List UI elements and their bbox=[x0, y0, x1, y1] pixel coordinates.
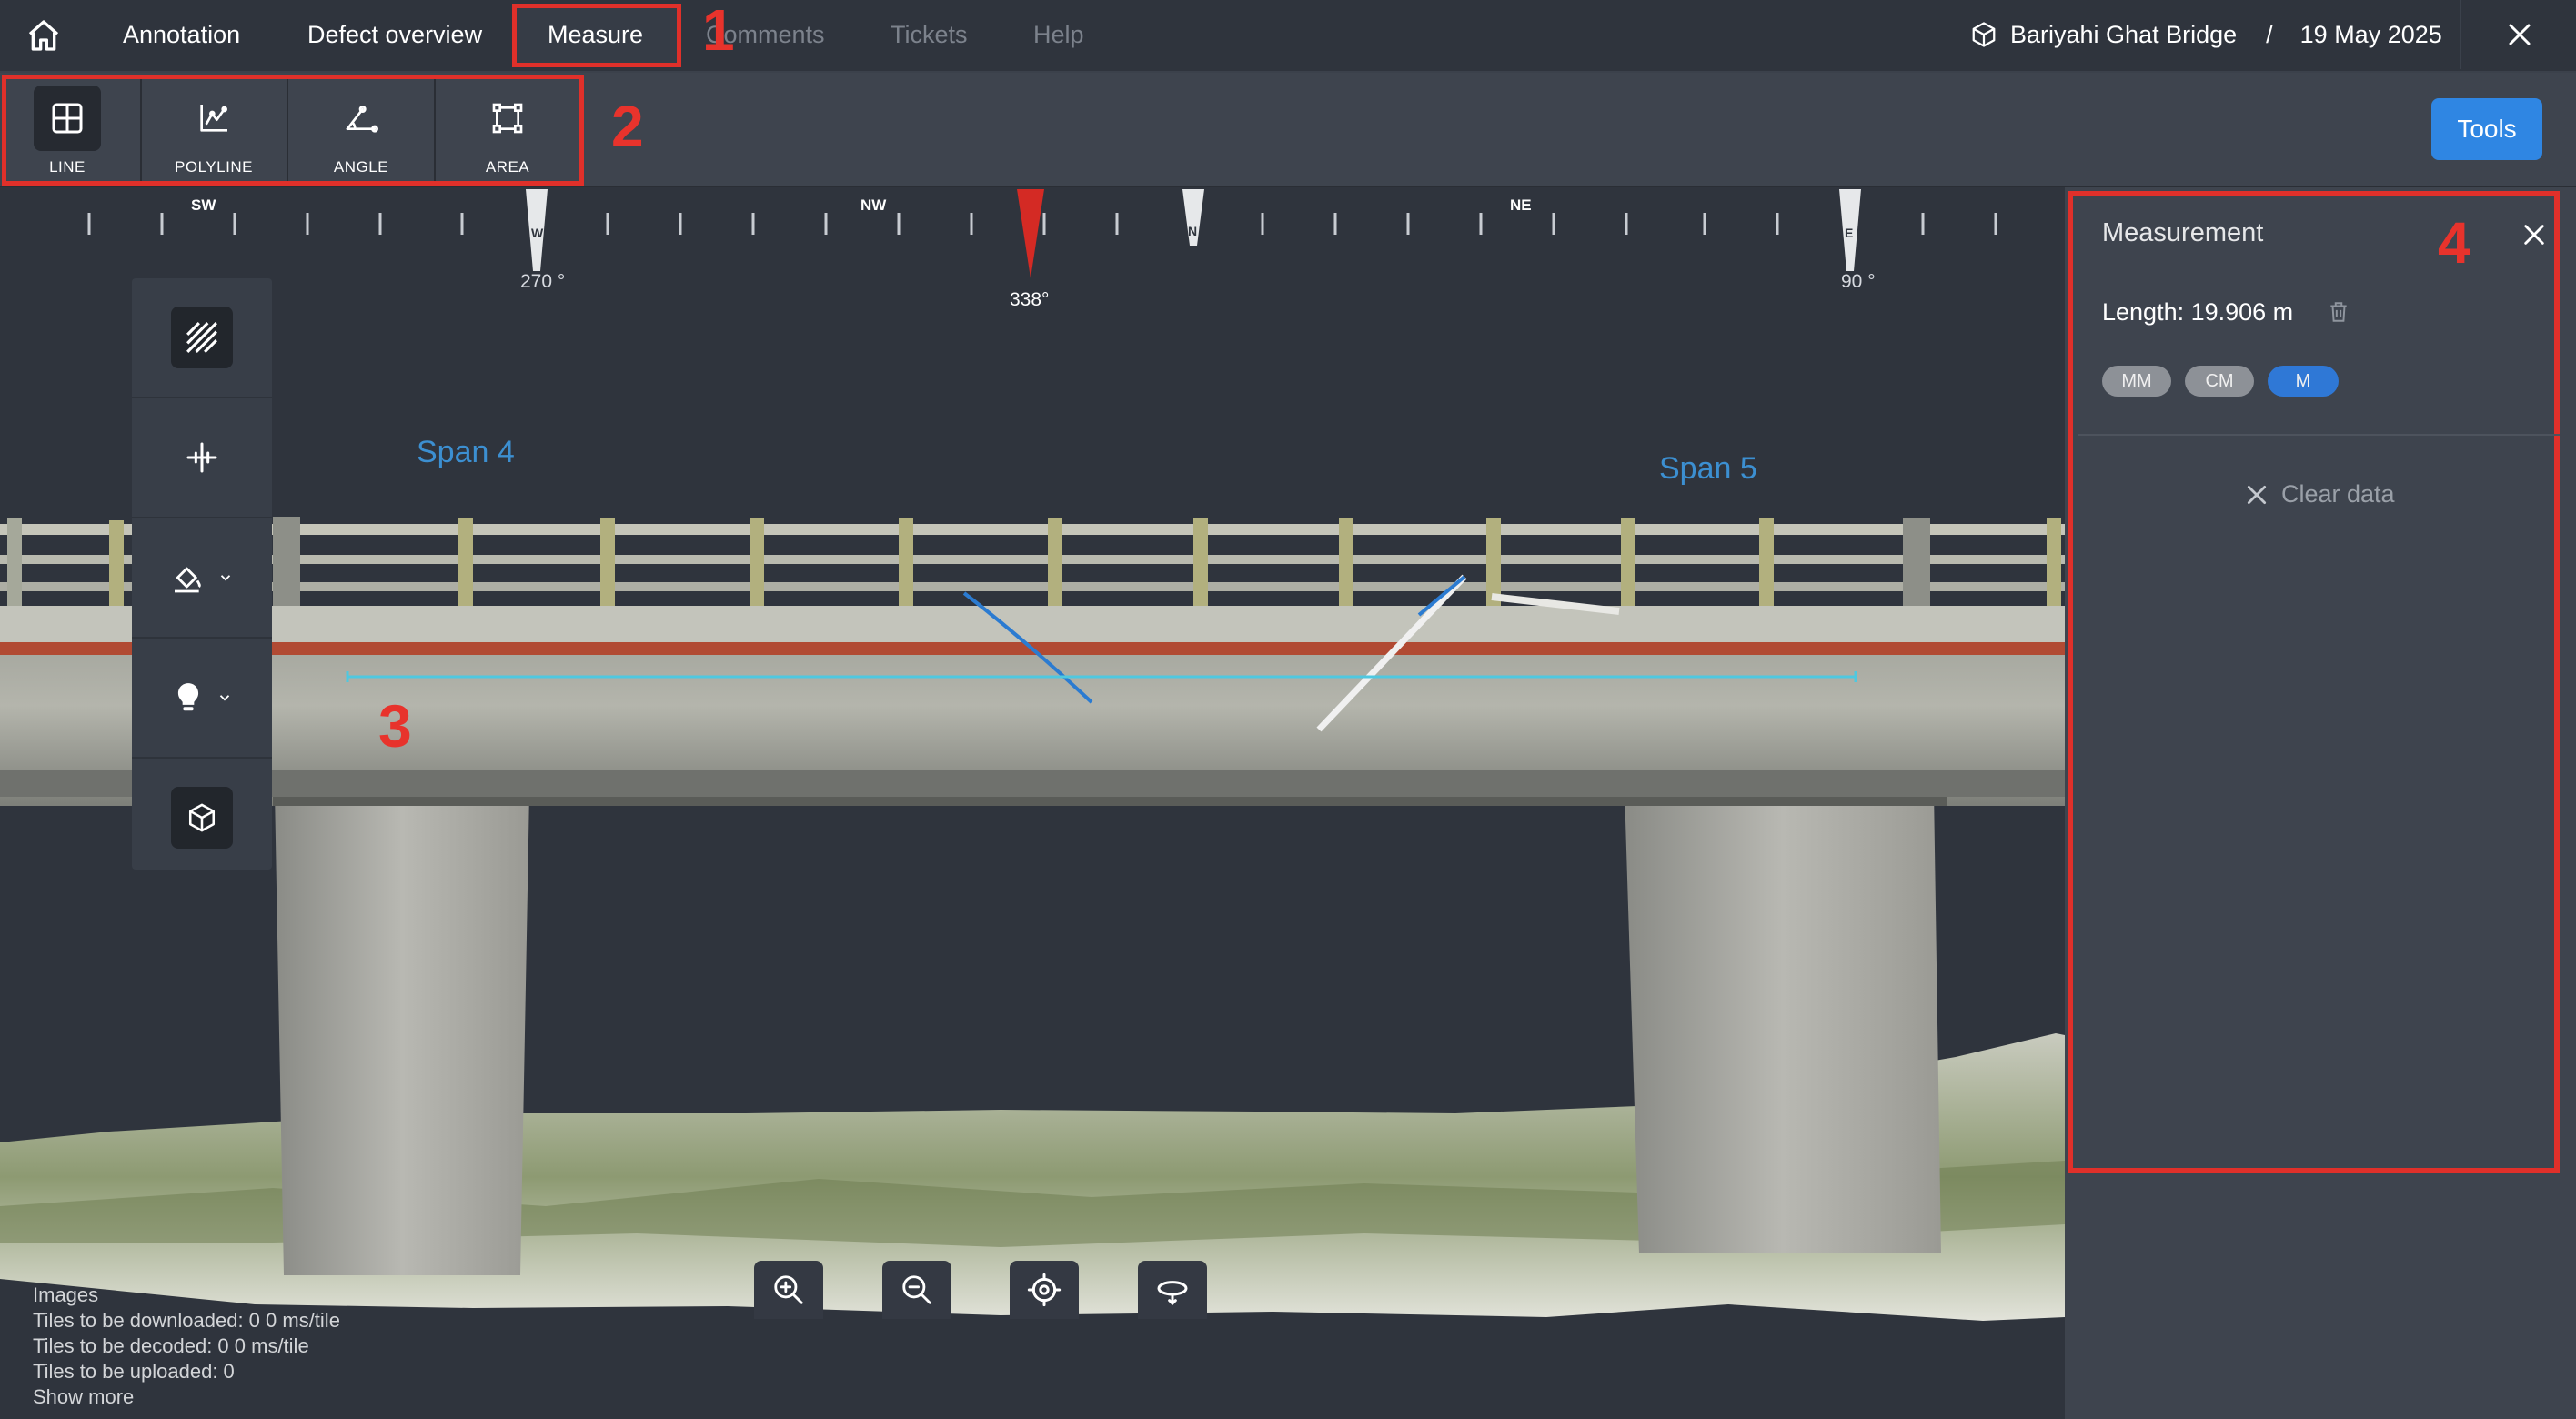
compass-heading-needle bbox=[1017, 189, 1044, 278]
home-button[interactable] bbox=[18, 13, 69, 58]
nav-tickets[interactable]: Tickets bbox=[891, 0, 968, 69]
compass-label-nw: NW bbox=[860, 196, 887, 214]
stats-decoded: Tiles to be decoded: 0 0 ms/tile bbox=[33, 1334, 309, 1357]
home-icon bbox=[28, 20, 59, 51]
zoom-in-button[interactable] bbox=[754, 1261, 823, 1319]
viewer-side-tools bbox=[132, 278, 272, 870]
nav-annotation[interactable]: Annotation bbox=[123, 0, 240, 69]
zoom-in-icon bbox=[774, 1275, 803, 1304]
orbit-button[interactable] bbox=[1138, 1261, 1207, 1319]
compass-label-e: E bbox=[1845, 226, 1854, 240]
compass-label-ne: NE bbox=[1510, 196, 1532, 214]
render-stats: Images Tiles to be downloaded: 0 0 ms/ti… bbox=[33, 1283, 340, 1410]
pier-right bbox=[1625, 791, 1941, 1253]
lighting-dropdown[interactable] bbox=[132, 639, 272, 757]
zoom-out-icon bbox=[902, 1275, 931, 1304]
model-view-button[interactable] bbox=[132, 759, 272, 877]
orbit-icon bbox=[1157, 1281, 1188, 1306]
compass-heading-value: 338° bbox=[1010, 289, 1050, 310]
chevron-down-icon bbox=[220, 575, 231, 581]
bridge-railing bbox=[0, 517, 2065, 606]
close-icon bbox=[2247, 485, 2267, 504]
unit-cm-button[interactable]: CM bbox=[2185, 366, 2254, 397]
stats-downloaded: Tiles to be downloaded: 0 0 ms/tile bbox=[33, 1309, 340, 1332]
cube-icon bbox=[188, 803, 216, 832]
texture-toggle-button[interactable] bbox=[132, 278, 272, 397]
project-name: Bariyahi Ghat Bridge bbox=[2010, 20, 2238, 48]
annotation-marker-3: 3 bbox=[378, 692, 412, 760]
cube-icon bbox=[1972, 22, 1996, 47]
nav-defect-overview[interactable]: Defect overview bbox=[307, 0, 482, 69]
compass-label-sw: SW bbox=[191, 196, 216, 214]
compass-degree-west: 270 ° bbox=[520, 271, 566, 292]
breadcrumb-separator: / bbox=[2266, 20, 2273, 48]
close-measurement-panel-button[interactable] bbox=[2518, 218, 2551, 251]
annotation-marker-2: 2 bbox=[611, 94, 644, 159]
compass-label-n: N bbox=[1188, 224, 1198, 238]
3d-viewport[interactable]: SW W NW N NE E 270 ° 338° 90 ° Span 4 Sp… bbox=[0, 187, 2065, 1419]
paint-bucket-icon bbox=[175, 567, 201, 593]
crosshair-icon bbox=[186, 442, 217, 473]
delete-measurement-button[interactable] bbox=[2327, 300, 2350, 328]
crosshair-tool-button[interactable] bbox=[132, 398, 272, 517]
recenter-button[interactable] bbox=[1010, 1261, 1079, 1319]
compass-label-w: W bbox=[531, 226, 544, 240]
measurement-panel-title: Measurement bbox=[2102, 218, 2264, 247]
project-selector[interactable]: Bariyahi Ghat Bridge / 19 May 2025 bbox=[1970, 0, 2442, 69]
hatch-icon bbox=[186, 322, 217, 353]
panel-divider bbox=[2078, 434, 2560, 436]
tools-highlight bbox=[2, 75, 584, 186]
compass-degree-east: 90 ° bbox=[1841, 271, 1876, 292]
unit-m-button[interactable]: M bbox=[2268, 366, 2339, 397]
clear-data-button[interactable]: Clear data bbox=[2245, 480, 2395, 508]
show-more-link[interactable]: Show more bbox=[33, 1384, 340, 1410]
clear-data-label: Clear data bbox=[2281, 480, 2395, 508]
stats-uploaded: Tiles to be uploaded: 0 bbox=[33, 1360, 235, 1383]
pier-left bbox=[275, 791, 529, 1275]
nav-measure[interactable]: Measure bbox=[548, 0, 643, 69]
lightbulb-icon bbox=[177, 683, 199, 711]
nav-help[interactable]: Help bbox=[1033, 0, 1084, 69]
trash-icon bbox=[2330, 302, 2347, 322]
close-viewer-button[interactable] bbox=[2460, 0, 2576, 69]
span-label-5: Span 5 bbox=[1659, 451, 1757, 486]
chevron-down-icon bbox=[219, 695, 230, 701]
bridge-scene bbox=[0, 189, 2065, 1321]
compass-ruler bbox=[87, 213, 1997, 235]
annotation-marker-4: 4 bbox=[2438, 210, 2470, 276]
tools-button[interactable]: Tools bbox=[2431, 98, 2542, 160]
unit-mm-button[interactable]: MM bbox=[2102, 366, 2171, 397]
fill-color-dropdown[interactable] bbox=[132, 518, 272, 637]
close-icon bbox=[2509, 24, 2531, 45]
project-date: 19 May 2025 bbox=[2299, 20, 2442, 48]
zoom-out-button[interactable] bbox=[882, 1261, 951, 1319]
annotation-marker-1: 1 bbox=[702, 0, 735, 63]
target-icon bbox=[1027, 1273, 1062, 1307]
measurement-panel-highlight bbox=[2068, 191, 2560, 1173]
close-icon bbox=[2524, 225, 2544, 245]
span-label-4: Span 4 bbox=[417, 435, 515, 469]
measurement-length: Length: 19.906 m bbox=[2102, 298, 2294, 326]
stats-images: Images bbox=[33, 1283, 99, 1306]
